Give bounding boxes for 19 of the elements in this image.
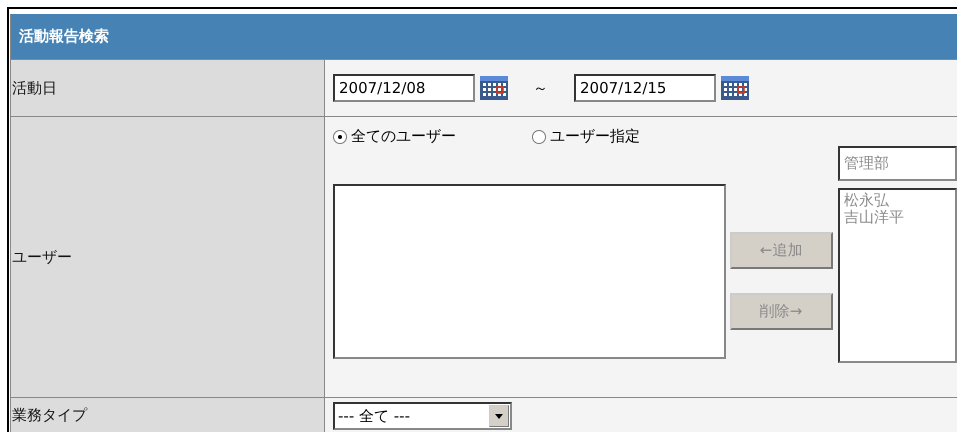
radio-button[interactable] xyxy=(532,130,546,144)
date-field[interactable]: 2007/12/15 xyxy=(574,74,716,102)
calendar-icon[interactable] xyxy=(720,73,750,103)
date-field[interactable]: 2007/12/08 xyxy=(333,74,475,102)
list-item[interactable]: 吉山洋平 xyxy=(844,209,951,226)
field-label: ユーザー xyxy=(11,117,325,397)
calendar-icon[interactable] xyxy=(479,73,509,103)
list-item[interactable]: 松永弘 xyxy=(844,192,951,209)
section-title: 活動報告検索 xyxy=(11,14,957,60)
field-label: 活動日 xyxy=(11,60,325,116)
range-separator: ～ xyxy=(533,78,548,98)
radio-label: 全てのユーザー xyxy=(351,127,456,146)
selected-users-list[interactable] xyxy=(333,184,726,359)
radio-label: ユーザー指定 xyxy=(550,127,640,146)
field-label: 業務タイプ xyxy=(11,398,325,432)
user-list[interactable]: 松永弘 吉山洋平 xyxy=(838,188,957,363)
caret-icon xyxy=(495,414,503,418)
type-select[interactable]: --- 全て --- xyxy=(333,402,512,430)
radio-button[interactable] xyxy=(333,130,347,144)
